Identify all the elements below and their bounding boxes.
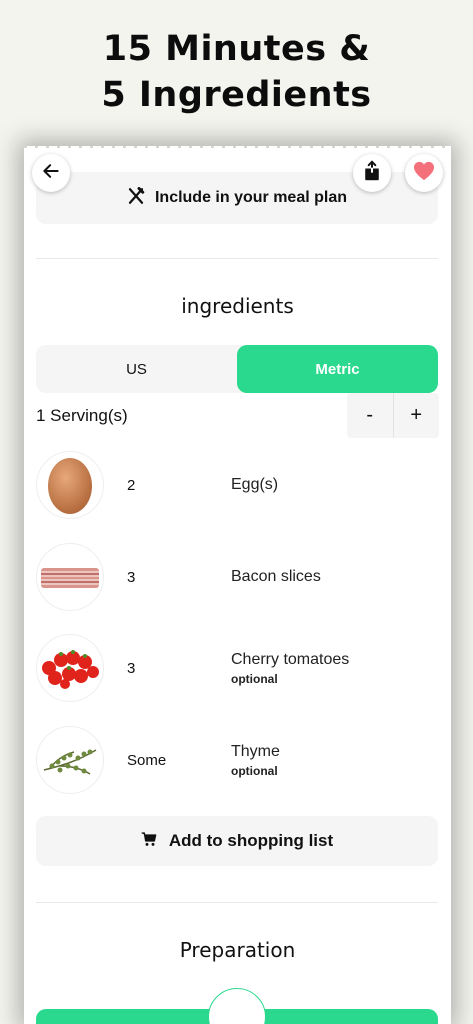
ingredient-quantity: 2 <box>127 476 136 494</box>
promo-headline: 15 Minutes & 5 Ingredients <box>0 26 473 118</box>
unit-us-tab[interactable]: US <box>36 345 237 393</box>
ingredient-name: Cherry tomatoes <box>231 650 350 668</box>
thyme-image <box>36 726 104 794</box>
ingredient-info: Bacon slices <box>231 543 321 611</box>
ingredient-quantity: 3 <box>127 568 136 586</box>
heart-icon <box>413 161 435 185</box>
phone-screen: Include in your meal plan ingredients US… <box>24 146 451 1024</box>
ingredient-quantity: 3 <box>127 659 136 677</box>
unit-metric-tab[interactable]: Metric <box>237 345 438 393</box>
ingredient-info: Thyme optional <box>231 726 280 794</box>
ingredient-row: 2 Egg(s) <box>36 451 438 519</box>
back-button[interactable] <box>32 154 70 192</box>
ingredient-row: 3 Bacon slices <box>36 543 438 611</box>
share-button[interactable] <box>353 154 391 192</box>
servings-label: 1 Serving(s) <box>36 406 128 425</box>
preparation-step-circle[interactable] <box>208 988 266 1024</box>
cut-off-text <box>24 146 451 148</box>
divider <box>36 258 438 259</box>
decrease-servings-button[interactable]: - <box>347 393 393 438</box>
ingredient-name: Bacon slices <box>231 568 321 585</box>
ingredient-optional-note: optional <box>231 763 278 778</box>
egg-image <box>36 451 104 519</box>
ingredient-optional-note: optional <box>231 671 278 686</box>
promo-line-1: 15 Minutes & <box>102 29 371 69</box>
cart-icon <box>141 831 157 852</box>
favorite-button[interactable] <box>405 154 443 192</box>
ingredient-name: Thyme <box>231 742 280 760</box>
fork-knife-icon <box>127 186 145 210</box>
ingredient-row: Some Thyme optional <box>36 726 438 794</box>
divider <box>36 902 438 903</box>
promo-line-2: 5 Ingredients <box>101 75 372 115</box>
arrow-left-icon <box>41 161 61 185</box>
increase-servings-button[interactable]: + <box>394 393 440 438</box>
ingredient-info: Egg(s) <box>231 451 278 519</box>
add-to-shopping-list-button[interactable]: Add to shopping list <box>36 816 438 866</box>
meal-plan-label: Include in your meal plan <box>154 189 348 206</box>
servings-stepper: - + <box>347 393 439 438</box>
cherry-tomatoes-image <box>36 634 104 702</box>
ingredient-row: 3 Cherry tomatoes optional <box>36 634 438 702</box>
bacon-image <box>36 543 104 611</box>
unit-toggle: US Metric <box>36 345 438 393</box>
ingredient-name: Egg(s) <box>231 476 279 493</box>
share-icon <box>362 160 382 186</box>
shopping-list-label: Add to shopping list <box>168 831 334 850</box>
ingredient-info: Cherry tomatoes optional <box>231 634 349 702</box>
ingredients-title: ingredients <box>181 294 294 318</box>
preparation-title: Preparation <box>179 938 296 962</box>
ingredient-quantity: Some <box>127 751 167 769</box>
